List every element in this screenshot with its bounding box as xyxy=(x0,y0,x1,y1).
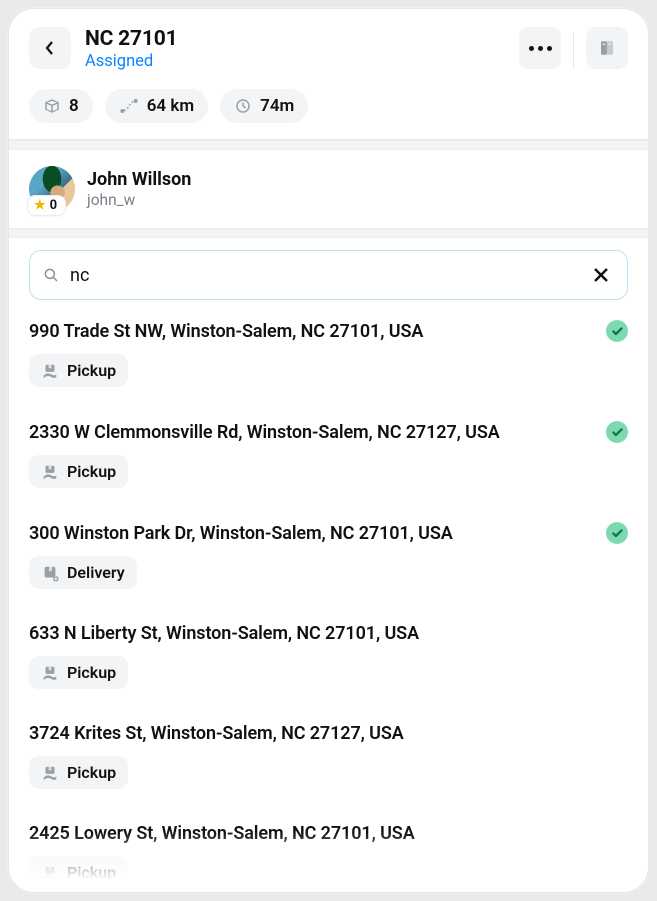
divider xyxy=(573,32,574,68)
page-title: NC 27101 xyxy=(85,27,519,51)
pickup-chip: Pickup xyxy=(29,856,128,889)
log-button[interactable] xyxy=(586,27,628,69)
clock-icon xyxy=(234,97,252,115)
stat-packages: 8 xyxy=(29,89,93,123)
search-input[interactable] xyxy=(70,265,577,286)
chevron-left-icon xyxy=(45,40,55,56)
stop-item[interactable]: 633 N Liberty St, Winston-Salem, NC 2710… xyxy=(29,603,628,703)
notebook-icon xyxy=(598,39,616,57)
stop-type-label: Pickup xyxy=(67,663,116,682)
search-icon xyxy=(42,266,60,284)
check-icon xyxy=(612,327,623,336)
stop-item[interactable]: 3724 Krites St, Winston-Salem, NC 27127,… xyxy=(29,703,628,803)
driver-name: John Willson xyxy=(87,169,191,190)
more-button[interactable] xyxy=(519,27,561,69)
stop-type-label: Pickup xyxy=(67,462,116,481)
stat-distance: 64 km xyxy=(105,89,208,123)
delivery-chip: Delivery xyxy=(29,556,137,589)
stop-address: 2330 W Clemmonsville Rd, Winston-Salem, … xyxy=(29,422,500,443)
stop-type-label: Pickup xyxy=(67,361,116,380)
pickup-chip: Pickup xyxy=(29,756,128,789)
pickup-chip: Pickup xyxy=(29,455,128,488)
stop-type-label: Delivery xyxy=(67,563,125,582)
stop-address: 300 Winston Park Dr, Winston-Salem, NC 2… xyxy=(29,523,453,544)
stat-packages-value: 8 xyxy=(69,96,79,116)
stop-address: 990 Trade St NW, Winston-Salem, NC 27101… xyxy=(29,321,423,342)
stop-address: 2425 Lowery St, Winston-Salem, NC 27101,… xyxy=(29,823,415,844)
clear-search-button[interactable] xyxy=(587,261,615,289)
stat-duration-value: 74m xyxy=(260,96,294,116)
stop-type-label: Pickup xyxy=(67,863,116,882)
back-button[interactable] xyxy=(29,27,71,69)
rating-value: 0 xyxy=(50,198,57,213)
package-icon xyxy=(43,97,61,115)
pickup-chip: Pickup xyxy=(29,354,128,387)
pickup-icon xyxy=(41,764,59,782)
stop-address: 633 N Liberty St, Winston-Salem, NC 2710… xyxy=(29,623,419,644)
delivery-icon xyxy=(41,564,59,582)
star-icon: ★ xyxy=(34,199,46,212)
search-field[interactable] xyxy=(29,250,628,300)
pickup-icon xyxy=(41,463,59,481)
check-icon xyxy=(612,428,623,437)
stop-item[interactable]: 2425 Lowery St, Winston-Salem, NC 27101,… xyxy=(29,803,628,892)
pickup-chip: Pickup xyxy=(29,656,128,689)
pickup-icon xyxy=(41,664,59,682)
stats-row: 8 64 km 74m xyxy=(9,71,648,140)
driver-row[interactable]: ★ 0 John Willson john_w xyxy=(9,150,648,228)
pickup-icon xyxy=(41,864,59,882)
close-icon xyxy=(593,267,609,283)
completed-badge xyxy=(606,522,628,544)
completed-badge xyxy=(606,320,628,342)
stop-address: 3724 Krites St, Winston-Salem, NC 27127,… xyxy=(29,723,404,744)
stat-distance-value: 64 km xyxy=(147,96,194,116)
stop-item[interactable]: 2330 W Clemmonsville Rd, Winston-Salem, … xyxy=(29,401,628,502)
pickup-icon xyxy=(41,362,59,380)
stop-item[interactable]: 300 Winston Park Dr, Winston-Salem, NC 2… xyxy=(29,502,628,603)
stop-item[interactable]: 990 Trade St NW, Winston-Salem, NC 27101… xyxy=(29,300,628,401)
driver-username: john_w xyxy=(87,191,191,209)
stat-duration: 74m xyxy=(220,89,308,123)
check-icon xyxy=(612,529,623,538)
completed-badge xyxy=(606,421,628,443)
stop-type-label: Pickup xyxy=(67,763,116,782)
rating-badge: ★ 0 xyxy=(27,195,66,216)
more-horizontal-icon xyxy=(529,46,552,51)
route-icon xyxy=(119,97,139,115)
status-link[interactable]: Assigned xyxy=(85,52,519,71)
